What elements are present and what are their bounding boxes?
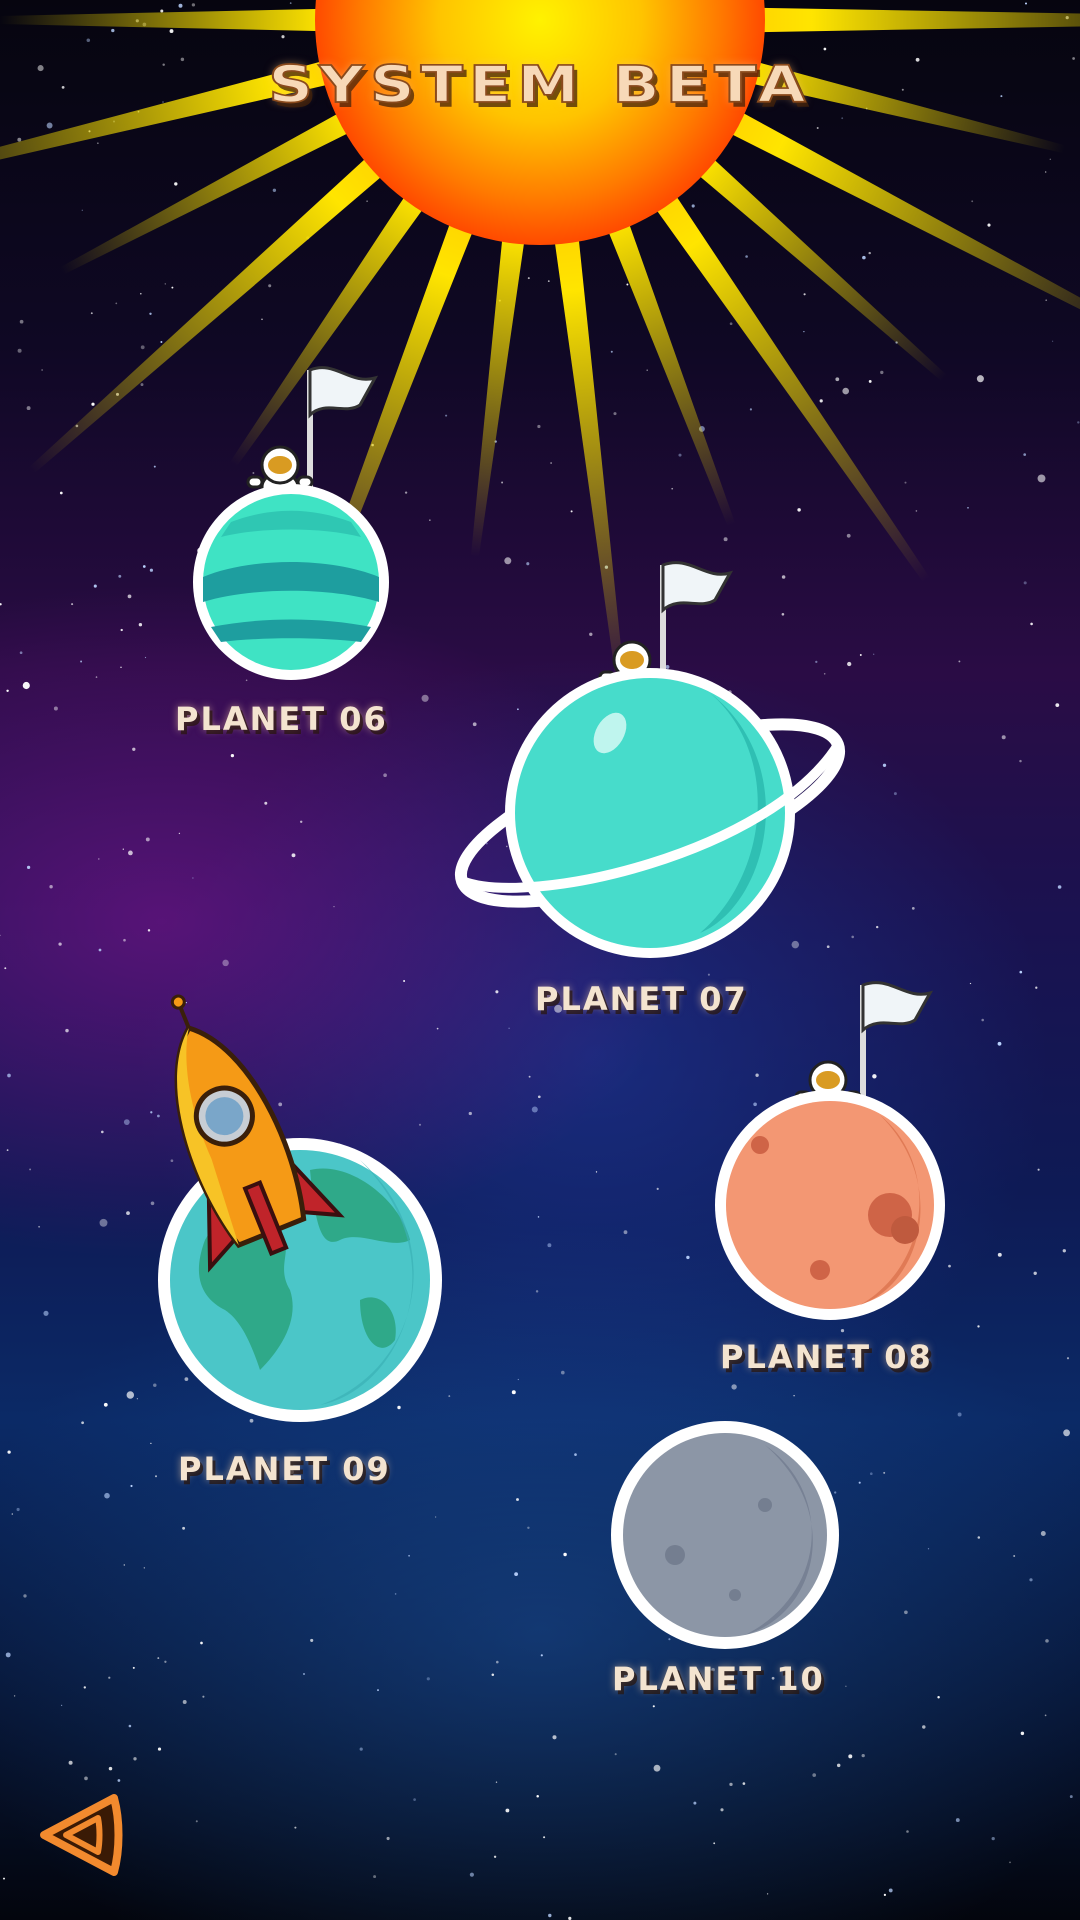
game-screen: SYSTEM BETA PLANET 06 PLANET 07 PLANET 0…: [0, 0, 1080, 1920]
back-triangle-icon: [40, 1794, 123, 1876]
planet-10-label: PLANET 10: [612, 1660, 825, 1698]
planet-09-label: PLANET 09: [178, 1450, 391, 1488]
planet-09-button[interactable]: [150, 994, 450, 1430]
planet-06-label: PLANET 06: [175, 700, 388, 738]
planet-08-label: PLANET 08: [720, 1338, 933, 1376]
planet-08-button[interactable]: [700, 975, 960, 1325]
planet-10-button[interactable]: [610, 1420, 840, 1650]
planet-07-button[interactable]: [440, 555, 860, 965]
planet-06-button[interactable]: [185, 360, 405, 690]
system-title: SYSTEM BETA: [267, 54, 812, 116]
back-button[interactable]: [36, 1790, 126, 1880]
